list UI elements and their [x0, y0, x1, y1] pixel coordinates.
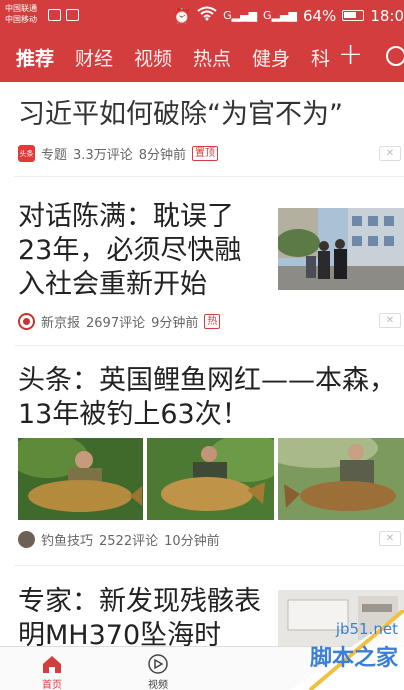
fish-photo-image — [18, 438, 143, 520]
article-meta: 头条 专题 3.3万评论 8分钟前 置顶 — [18, 144, 224, 163]
notification-icons — [48, 9, 79, 21]
image-icon — [48, 9, 61, 21]
pinned-badge: 置顶 — [191, 146, 218, 161]
tab-home-label: 首页 — [42, 680, 62, 690]
article-thumbnail[interactable] — [147, 438, 274, 520]
tab-finance[interactable]: 财经 — [75, 44, 113, 71]
source-avatar-icon — [18, 531, 35, 548]
dismiss-button[interactable]: ✕ — [379, 146, 401, 161]
video-icon — [148, 654, 168, 674]
tab-tech[interactable]: 科 — [311, 44, 330, 71]
clock: 18:0 — [370, 6, 404, 25]
article-thumbnail[interactable] — [278, 438, 404, 520]
status-right: ⏰ G▂▄▆ G▂▄▆ 64% 18:0 — [172, 6, 404, 25]
tab-hot[interactable]: 热点 — [193, 44, 231, 71]
battery-percent: 64% — [302, 6, 337, 25]
channel-nav: 推荐 财经 视频 热点 健身 科 + — [0, 31, 404, 82]
article-meta: 钓鱼技巧 2522评论 10分钟前 — [18, 530, 226, 549]
app-icon — [66, 9, 79, 21]
add-channel-button[interactable]: + — [338, 37, 363, 72]
article-title[interactable]: 习近平如何破除“为官不为” — [18, 98, 398, 132]
tab-video-bottom[interactable]: 视频 — [133, 651, 183, 690]
fish-photo-image — [278, 438, 404, 520]
dismiss-button[interactable]: ✕ — [379, 313, 401, 328]
battery-icon — [342, 10, 365, 21]
wifi-icon — [197, 6, 217, 25]
hot-badge: 热 — [204, 314, 221, 329]
divider — [14, 176, 404, 177]
tab-fitness[interactable]: 健身 — [252, 44, 290, 71]
article-title[interactable]: 头条：英国鲤鱼网红——本森，13年被钓上63次！ — [18, 364, 398, 432]
toutiao-logo-icon: 头条 — [18, 145, 35, 162]
signal-icon-1: G▂▄▆ — [223, 9, 258, 22]
status-bar: 中国联通 中国移动 ⏰ G▂▄▆ G▂▄▆ 64% 18:0 — [0, 0, 404, 31]
carrier-info: 中国联通 中国移动 — [5, 3, 37, 25]
article-title[interactable]: 专家：新发现残骸表明MH370坠海时 — [18, 585, 263, 653]
article-title[interactable]: 对话陈满：耽误了23年，必须尽快融入社会重新开始 — [18, 200, 263, 302]
news-photo-image — [278, 208, 404, 290]
comment-count: 2522评论 — [99, 534, 159, 549]
dismiss-button[interactable]: ✕ — [379, 531, 401, 546]
search-icon[interactable] — [386, 46, 404, 66]
article-thumbnail[interactable] — [18, 438, 143, 520]
comment-count: 2697评论 — [86, 316, 146, 331]
watermark-brand: 脚本之家 — [309, 646, 398, 671]
source-name[interactable]: 新京报 — [41, 312, 80, 331]
publish-time: 9分钟前 — [151, 316, 199, 331]
carrier-1: 中国联通 — [5, 4, 37, 13]
source-name[interactable]: 专题 — [41, 144, 67, 163]
article-thumbnail[interactable] — [278, 208, 404, 290]
xinjingbao-logo-icon — [18, 313, 35, 330]
divider — [14, 345, 404, 346]
source-name[interactable]: 钓鱼技巧 — [41, 530, 93, 549]
watermark-url: jb51.net — [335, 620, 398, 638]
divider — [14, 565, 404, 566]
tab-home[interactable]: 首页 — [27, 651, 77, 690]
tab-recommend[interactable]: 推荐 — [16, 44, 54, 71]
fish-photo-image — [147, 438, 274, 520]
carrier-2: 中国移动 — [5, 15, 37, 24]
comment-count: 3.3万评论 — [73, 148, 133, 163]
publish-time: 10分钟前 — [164, 534, 220, 549]
article-meta: 新京报 2697评论 9分钟前 热 — [18, 312, 226, 331]
home-icon — [43, 656, 61, 673]
tab-video-label: 视频 — [148, 680, 168, 690]
publish-time: 8分钟前 — [138, 148, 186, 163]
tab-video[interactable]: 视频 — [134, 44, 172, 71]
alarm-icon: ⏰ — [172, 6, 192, 25]
signal-icon-2: G▂▄▆ — [263, 9, 297, 22]
